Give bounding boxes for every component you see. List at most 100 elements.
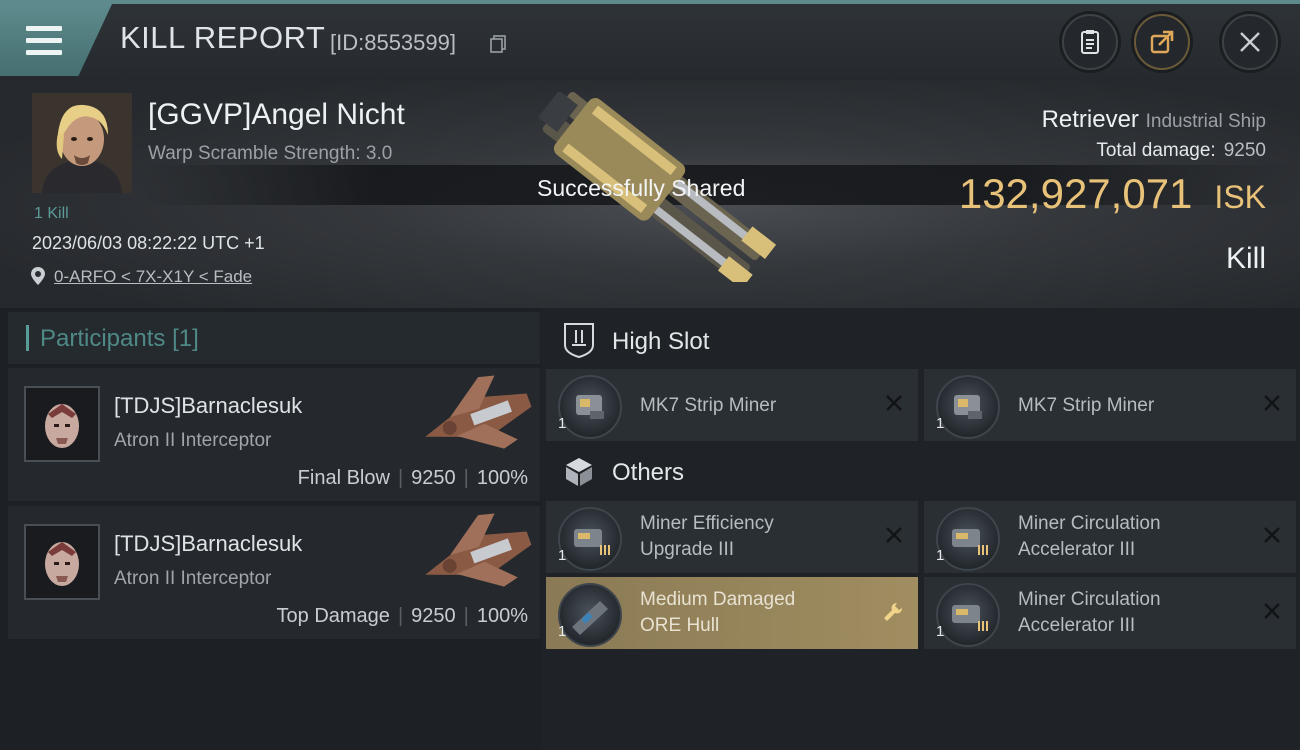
module-name: MK7 Strip Miner [640,395,777,416]
wrench-icon [884,602,903,621]
module-slot[interactable]: 1 MK7 Strip Miner [924,369,1296,441]
total-damage-value: 9250 [1223,140,1266,161]
module-quantity: 1 [936,623,945,640]
module-quantity: 1 [558,415,567,432]
participant-percent: 100% [476,605,528,627]
atron-ship-render [425,513,532,587]
module-quantity: 1 [936,547,945,564]
module-art [952,605,988,631]
divider: | [397,467,404,489]
close-button[interactable] [1222,14,1278,70]
module-name-line1: Miner Circulation [1018,513,1161,534]
location-pin-icon [31,267,45,285]
module-name-line2: ORE Hull [640,615,720,636]
masked-character-art [26,388,98,460]
module-name-line2: Accelerator III [1018,615,1136,636]
kill-datetime: 2023/06/03 08:22:22 UTC +1 [32,233,265,253]
menu-icon [26,26,62,31]
masked-character-art [26,526,98,598]
module-quantity: 1 [558,547,567,564]
destroyed-x-icon [1264,395,1280,411]
participants-header[interactable]: Participants [1] [8,312,540,364]
module-slot[interactable]: 1 Miner Circulation Accelerator III [924,501,1296,573]
miner-circulation-icon [936,507,1000,571]
module-name: Miner Circulation Accelerator III [1018,587,1161,639]
module-name-line1: Miner Circulation [1018,589,1161,610]
ship-class: Industrial Ship [1145,111,1266,132]
module-quantity: 1 [936,415,945,432]
share-icon [1150,30,1174,54]
victim-kill-count: 1 Kill [34,205,69,222]
kill-result: Kill [1225,242,1266,275]
total-damage-label: Total damage: [1096,140,1216,161]
clipboard-icon [1081,30,1099,54]
participant-damage: 9250 [411,605,456,627]
module-slot-dropped[interactable]: 1 Medium Damaged ORE Hull [546,577,918,649]
destroyed-x-icon [886,527,902,543]
victim-portrait[interactable] [32,93,132,193]
module-art [574,529,610,555]
victim-name[interactable]: [GGVP]Angel Nicht [148,98,405,132]
participant-name[interactable]: [TDJS]Barnaclesuk [114,531,302,557]
module-slot[interactable]: 1 MK7 Strip Miner [546,369,918,441]
clipboard-button[interactable] [1062,14,1118,70]
others-title: Others [612,459,685,486]
module-art [576,395,604,419]
participant-damage: 9250 [411,467,456,489]
participant-portrait[interactable] [24,524,100,600]
module-slot[interactable]: 1 Miner Efficiency Upgrade III [546,501,918,573]
participant-name[interactable]: [TDJS]Barnaclesuk [114,393,302,419]
participant-ship: Atron II Interceptor [114,568,272,589]
module-quantity: 1 [558,623,567,640]
high-slot-icon [564,323,594,359]
total-damage: Total damage: 9250 [1096,140,1266,162]
share-button[interactable] [1134,14,1190,70]
isk-unit: ISK [1214,179,1266,215]
participant-stats: Final Blow | 9250 | 100% [298,467,528,490]
share-success-toast: Successfully Shared [537,175,746,201]
divider: | [463,467,469,489]
module-name-line1: Medium Damaged [640,589,796,610]
destroyed-x-icon [1264,527,1280,543]
page-title: KILL REPORT [120,20,326,55]
participants-label: Participants [40,325,166,352]
strip-miner-icon [936,375,1000,439]
report-id: [ID:8553599] [330,30,456,55]
participant-ship: Atron II Interceptor [114,430,272,451]
module-name-line2: Upgrade III [640,539,734,560]
participant-card[interactable]: [TDJS]Barnaclesuk Atron II Interceptor T… [8,506,540,639]
isk-amount: 132,927,071 [958,170,1193,217]
divider: | [463,605,469,627]
module-name: Medium Damaged ORE Hull [640,587,795,639]
kill-location-link[interactable]: 0-ARFO < 7X-X1Y < Fade [54,267,252,287]
participant-stats: Top Damage | 9250 | 100% [277,605,528,628]
copy-icon[interactable] [490,35,506,53]
atron-ship-render [425,375,532,449]
participant-role: Top Damage [276,605,390,627]
module-name: Miner Circulation Accelerator III [1018,511,1161,563]
participant-portrait[interactable] [24,386,100,462]
participant-role: Final Blow [297,467,390,489]
module-art [952,529,988,555]
strip-miner-icon [558,375,622,439]
others-cube-icon [566,458,592,486]
ship-name[interactable]: Retriever [1042,106,1139,133]
module-name: Miner Efficiency Upgrade III [640,511,774,563]
participants-count: [1] [172,325,199,352]
high-slot-title: High Slot [612,328,710,355]
participants-title: Participants [1] [40,325,199,353]
divider: | [397,605,404,627]
destroyed-x-icon [886,395,902,411]
ore-hull-icon [558,583,622,647]
isk-value: 132,927,071 ISK [959,170,1266,218]
destroyed-x-icon [1264,603,1280,619]
menu-icon-bar [26,38,62,43]
title-accent-line [0,0,1300,4]
menu-icon-bar [26,50,62,55]
module-slot[interactable]: 1 Miner Circulation Accelerator III [924,577,1296,649]
module-name-line1: Miner Efficiency [640,513,774,534]
participant-card[interactable]: [TDJS]Barnaclesuk Atron II Interceptor F… [8,368,540,501]
miner-upgrade-icon [558,507,622,571]
module-art [954,395,982,419]
participants-accent [26,325,29,351]
